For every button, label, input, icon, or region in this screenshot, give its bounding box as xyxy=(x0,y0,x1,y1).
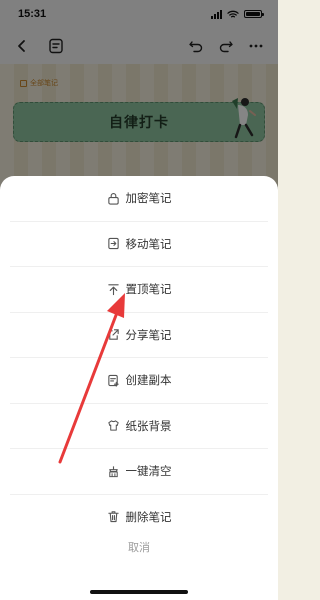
move-icon xyxy=(107,238,119,250)
action-sheet: 加密笔记 移动笔记 置顶笔记 分享笔记 创建副本 纸张背景 一键清空 删除笔记 xyxy=(0,176,278,600)
menu-label: 移动笔记 xyxy=(125,236,172,251)
share-icon xyxy=(108,329,119,340)
copy-icon xyxy=(107,374,119,387)
menu-label: 置顶笔记 xyxy=(125,282,172,297)
menu-item-paper-background[interactable]: 纸张背景 xyxy=(10,404,268,449)
menu-label: 删除笔记 xyxy=(125,509,172,524)
menu-label: 加密笔记 xyxy=(125,191,172,206)
trash-icon xyxy=(107,511,119,523)
menu-item-share[interactable]: 分享笔记 xyxy=(10,313,268,358)
menu-item-pin-top[interactable]: 置顶笔记 xyxy=(10,267,268,313)
cancel-button[interactable]: 取消 xyxy=(0,532,278,562)
action-menu: 加密笔记 移动笔记 置顶笔记 分享笔记 创建副本 纸张背景 一键清空 删除笔记 xyxy=(10,176,268,539)
menu-label: 创建副本 xyxy=(125,373,172,388)
lock-icon xyxy=(107,192,119,205)
menu-label: 一键清空 xyxy=(125,464,172,479)
menu-item-move[interactable]: 移动笔记 xyxy=(10,222,268,267)
clear-icon xyxy=(108,466,118,477)
menu-item-clear-all[interactable]: 一键清空 xyxy=(10,449,268,495)
menu-item-copy[interactable]: 创建副本 xyxy=(10,358,268,404)
menu-item-encrypt[interactable]: 加密笔记 xyxy=(10,176,268,222)
home-indicator xyxy=(90,590,188,594)
menu-label: 纸张背景 xyxy=(125,418,172,433)
pin-top-icon xyxy=(107,284,119,295)
shirt-icon xyxy=(107,420,119,431)
menu-label: 分享笔记 xyxy=(125,327,172,342)
